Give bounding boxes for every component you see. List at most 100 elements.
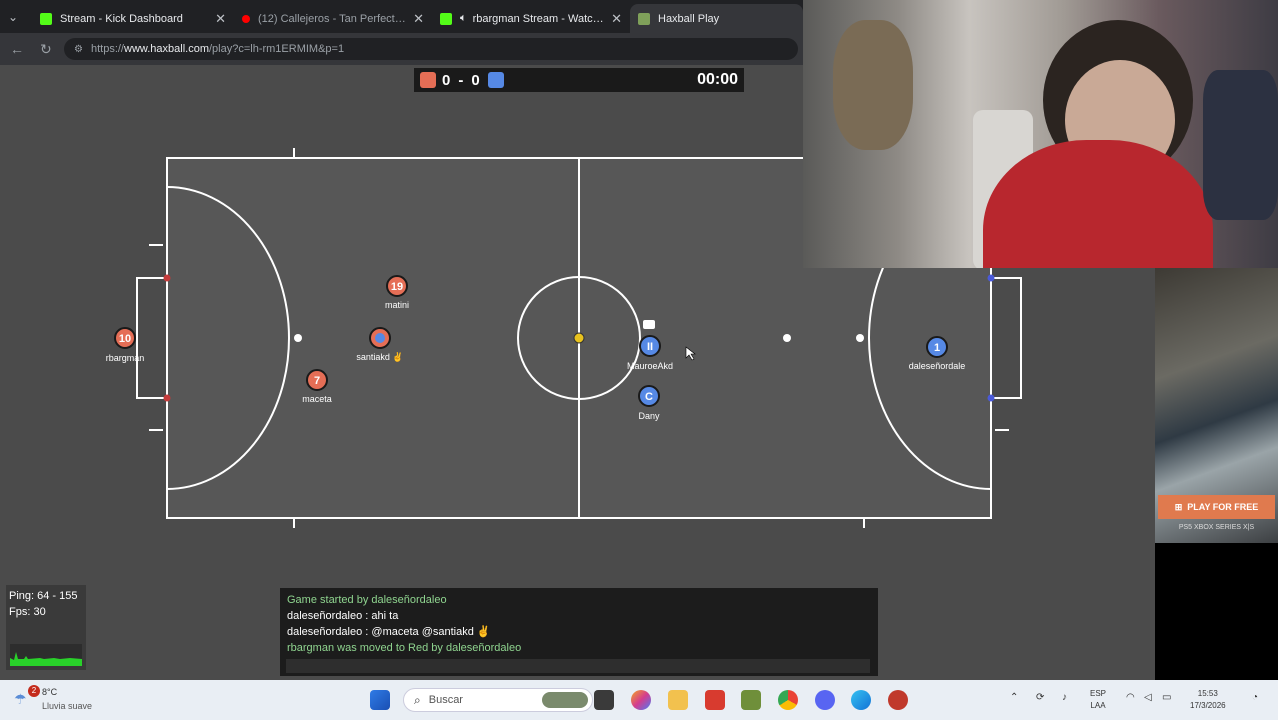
player-number: 1 [934, 342, 940, 354]
url-path: /play?c=lh-rm1ERMIM&p=1 [208, 43, 345, 55]
chat-message: rbargman was moved to Red by daleseñorda… [287, 642, 522, 654]
player-blue: C Dany [638, 385, 660, 421]
task-view-icon[interactable] [594, 690, 614, 710]
ball [573, 332, 585, 344]
left-goal [136, 277, 167, 399]
chevron-up-icon[interactable]: ⌃ [1010, 692, 1018, 704]
address-bar: ← ↻ ⚙︎ https://www.haxball.com/play?c=lh… [0, 33, 803, 65]
blue-team-icon [487, 72, 504, 88]
tab-bar: ⌄ Stream - Kick Dashboard ✕ (12) Calleje… [0, 0, 803, 33]
windows-icon: ⊞ [1174, 501, 1183, 512]
player-name: matini [385, 300, 409, 310]
right-goal [991, 277, 1022, 399]
ping-readout: Ping: 64 - 155 [9, 590, 78, 602]
search-icon: ⌕ [414, 692, 421, 707]
youtube-icon [242, 14, 250, 23]
tab-kick-stream[interactable]: 🔈︎ rbargman Stream - Watch Live on Kick … [432, 4, 630, 33]
copilot-icon[interactable] [631, 690, 651, 710]
start-icon[interactable] [370, 690, 390, 710]
player-number: II [647, 341, 653, 353]
player-name: Dany [638, 411, 660, 421]
webcam-overlay [803, 0, 1278, 268]
ad-button-label: PLAY FOR FREE [1187, 502, 1259, 512]
avatar-icon [375, 333, 385, 343]
chat-message: daleseñordaleo : ahi ta [287, 610, 399, 622]
right-post-bottom [987, 394, 995, 402]
player-number: C [645, 391, 653, 403]
red-team-icon [420, 72, 436, 88]
player-name: MauroeAkd [627, 361, 673, 371]
tab-label: rbargman Stream - Watch Live on Kick [472, 12, 605, 25]
battery-icon[interactable]: ▭ [1162, 692, 1171, 704]
screen: ⌄ Stream - Kick Dashboard ✕ (12) Calleje… [0, 0, 1278, 720]
keyboard-layout: LAA [1090, 701, 1106, 710]
jacket [1203, 70, 1278, 220]
left-post-bottom [163, 394, 171, 402]
blue-score: 0 [471, 71, 480, 89]
file-explorer-icon[interactable] [668, 690, 688, 710]
kick-icon [40, 12, 52, 25]
side-advertisement[interactable]: ⊞ PLAY FOR FREE PS5 XBOX SERIES X|S [1155, 268, 1278, 680]
tab-label: Stream - Kick Dashboard [60, 12, 183, 25]
chrome-icon[interactable] [778, 690, 798, 710]
tab-kick-dashboard[interactable]: Stream - Kick Dashboard ✕ [32, 4, 234, 33]
sync-icon[interactable]: ⟳ [1036, 692, 1044, 704]
player-name: santiakd ✌ [356, 351, 403, 363]
tab-search-icon[interactable]: ⌄ [8, 10, 18, 24]
discord-icon[interactable] [815, 690, 835, 710]
penalty-spot-right-2 [856, 334, 864, 342]
search-placeholder: Buscar [428, 694, 463, 706]
edge-icon[interactable] [851, 690, 871, 710]
clock[interactable]: 15:53 17/3/2026 [1190, 688, 1226, 712]
back-icon[interactable]: ← [10, 41, 24, 57]
tab-haxball[interactable]: Haxball Play [630, 4, 803, 33]
right-post-top [987, 274, 995, 282]
player-number: 19 [391, 281, 403, 293]
network-stats: Ping: 64 - 155 Fps: 30 [6, 585, 86, 670]
kick-icon [440, 12, 452, 25]
wifi-icon[interactable]: ◠ [1126, 692, 1135, 704]
url-scheme: https:// [90, 43, 124, 55]
fps-readout: Fps: 30 [9, 606, 46, 618]
close-icon[interactable]: ✕ [413, 11, 424, 27]
volume-icon[interactable]: ◁ [1144, 692, 1152, 704]
penalty-spot-right [783, 334, 791, 342]
tab-label: Haxball Play [658, 12, 720, 25]
notification-icon[interactable]: ◔ [1252, 692, 1258, 704]
clock-time: 15:53 [1197, 689, 1218, 698]
language-indicator[interactable]: ESP LAA [1090, 688, 1106, 712]
chat-panel: Game started by daleseñordaleo daleseñor… [280, 588, 878, 676]
minecraft-icon[interactable] [741, 690, 761, 710]
match-clock: 00:00 [697, 71, 738, 88]
tab-label: (12) Callejeros - Tan Perfecto que Hoy..… [258, 12, 407, 25]
url-domain: www.haxball.com [124, 43, 209, 55]
reload-icon[interactable]: ↻ [40, 41, 52, 58]
fps-graph [10, 644, 82, 666]
site-info-icon[interactable]: ⚙︎ [74, 44, 83, 55]
close-icon[interactable]: ✕ [611, 11, 622, 27]
search-box[interactable]: ⌕ Buscar [403, 688, 593, 712]
chat-input[interactable] [286, 659, 870, 673]
search-highlight-icon [542, 692, 588, 708]
player-name: rbargman [106, 353, 145, 363]
player-red: 10 rbargman [106, 327, 145, 363]
microphone-icon[interactable]: ♪ [1062, 692, 1067, 704]
player-number: 7 [314, 375, 320, 387]
speaker-icon[interactable]: 🔈︎ [460, 12, 467, 25]
tab-youtube[interactable]: (12) Callejeros - Tan Perfecto que Hoy..… [234, 4, 432, 33]
player-name: maceta [302, 394, 332, 404]
url-field[interactable]: ⚙︎ https://www.haxball.com/play?c=lh-rm1… [64, 38, 798, 60]
play-for-free-button[interactable]: ⊞ PLAY FOR FREE [1158, 495, 1275, 519]
scoreboard: 0 - 0 00:00 [414, 68, 744, 92]
clock-date: 17/3/2026 [1190, 701, 1226, 710]
obs-icon[interactable] [888, 690, 908, 710]
chat-message: daleseñordaleo : @maceta @santiakd ✌ [287, 626, 491, 638]
plush-toy [833, 20, 913, 150]
haxball-icon [638, 12, 650, 25]
player-red: 19 matini [385, 275, 409, 310]
close-icon[interactable]: ✕ [215, 11, 226, 27]
player-name: daleseñordale [909, 361, 966, 371]
player-number: 10 [119, 333, 131, 345]
office-icon[interactable] [705, 690, 725, 710]
score-separator: - [458, 71, 464, 89]
